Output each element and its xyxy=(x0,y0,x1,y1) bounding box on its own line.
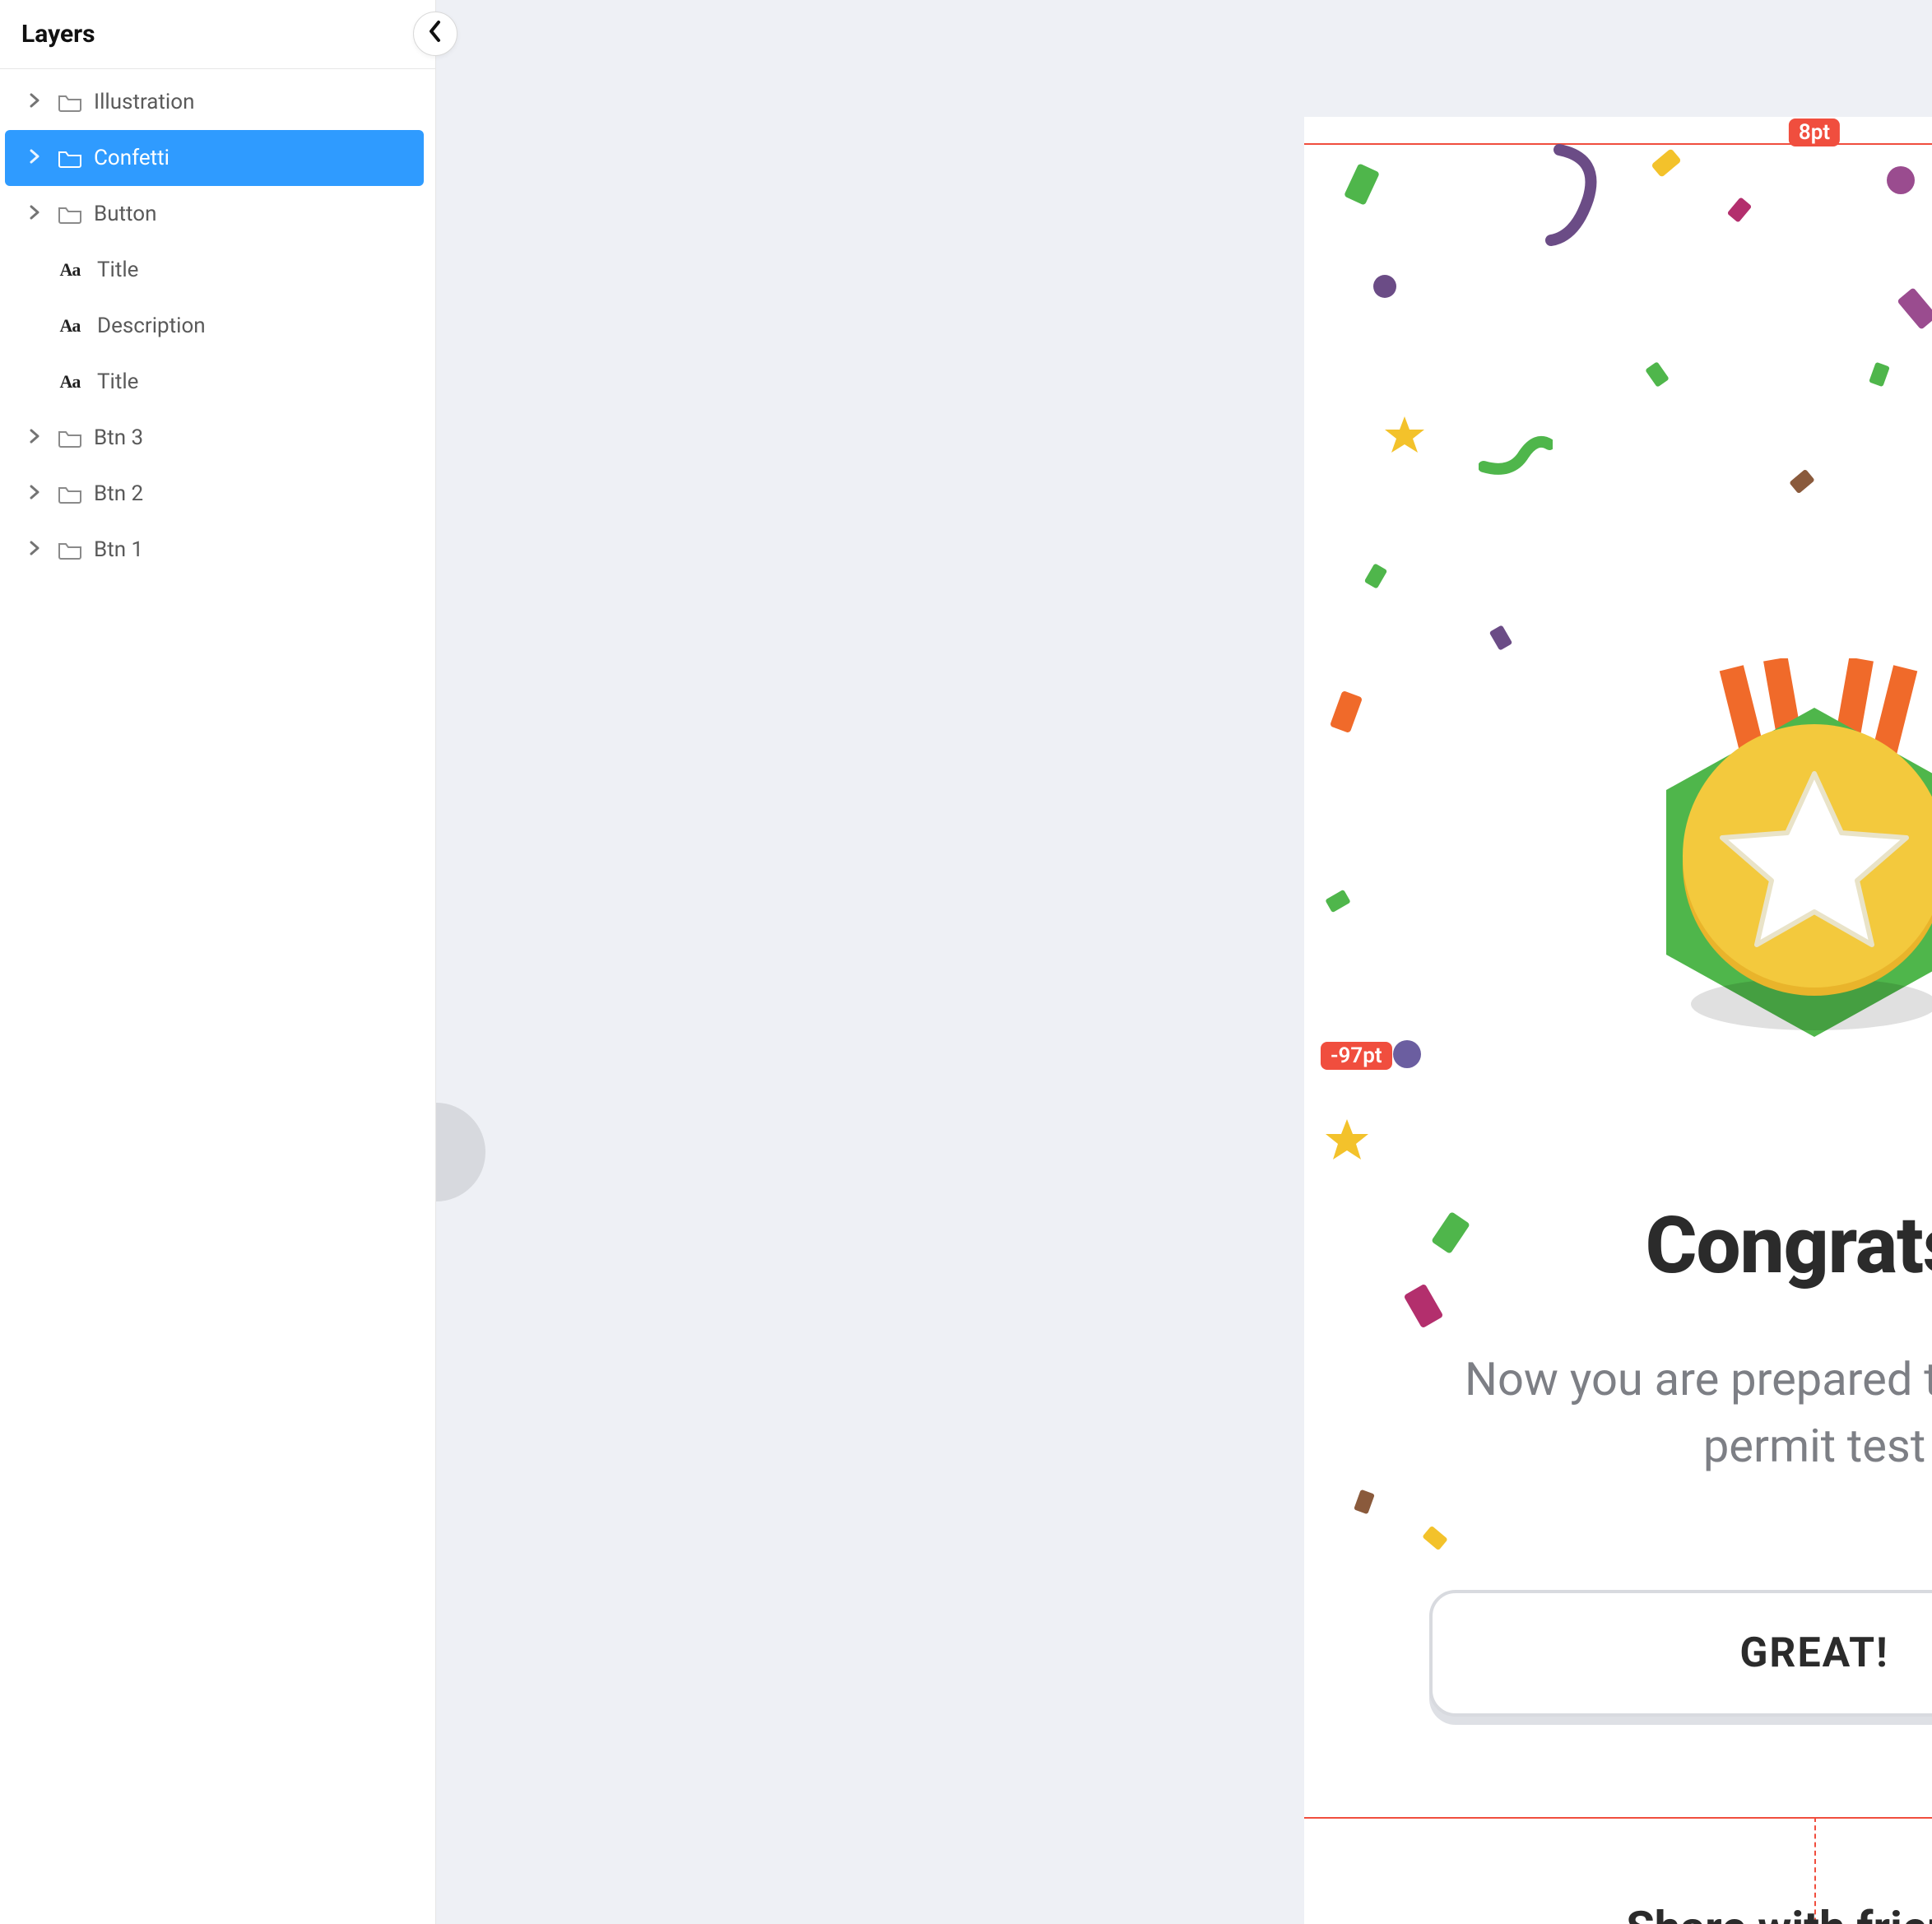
canvas-viewport: 8pt -97pt xyxy=(436,0,1932,1924)
layer-item-btn-2[interactable]: Btn 2 xyxy=(5,466,424,522)
chevron-right-icon xyxy=(23,537,46,562)
layer-label: Illustration xyxy=(94,90,194,114)
chevron-right-icon xyxy=(23,425,46,450)
layer-item-illustration[interactable]: Illustration xyxy=(5,74,424,130)
confetti-dot xyxy=(1373,275,1396,298)
distance-badge-top: 8pt xyxy=(1789,119,1840,146)
layer-label: Btn 2 xyxy=(94,481,143,506)
layer-item-confetti[interactable]: Confetti xyxy=(5,130,424,186)
design-canvas[interactable]: 8pt -97pt xyxy=(436,0,1932,1924)
confetti-piece xyxy=(1422,1526,1447,1551)
folder-icon xyxy=(58,540,82,560)
confetti-star xyxy=(1382,413,1428,462)
layer-label: Btn 3 xyxy=(94,425,143,450)
layer-item-description[interactable]: Aa Description xyxy=(5,298,424,354)
confetti-piece xyxy=(1727,197,1753,222)
layers-panel: Layers Illustration xyxy=(0,0,436,1924)
layer-item-title-2[interactable]: Aa Title xyxy=(5,354,424,410)
confetti-streamer xyxy=(1479,430,1553,479)
confetti-piece xyxy=(1489,625,1513,651)
layer-label: Btn 1 xyxy=(94,537,143,562)
confetti-piece xyxy=(1869,362,1890,388)
measure-dot xyxy=(1393,1040,1421,1068)
text-icon: Aa xyxy=(58,259,82,281)
folder-icon xyxy=(58,148,82,168)
layer-label: Button xyxy=(94,202,156,226)
artboard[interactable]: 8pt -97pt xyxy=(1304,117,1932,1924)
confetti-piece xyxy=(1789,469,1814,495)
confetti-piece xyxy=(1364,563,1388,589)
chevron-right-icon xyxy=(23,202,46,226)
folder-icon xyxy=(58,204,82,224)
confetti-piece xyxy=(1354,1489,1375,1515)
layer-label: Title xyxy=(94,369,138,394)
confetti-star xyxy=(1322,1116,1372,1169)
confetti-piece xyxy=(1344,163,1380,206)
layer-item-btn-3[interactable]: Btn 3 xyxy=(5,410,424,466)
medal-illustration xyxy=(1609,658,1932,1070)
folder-icon xyxy=(58,484,82,504)
confetti-piece xyxy=(1897,287,1932,330)
great-button-label: GREAT! xyxy=(1739,1629,1888,1677)
great-button[interactable]: GREAT! xyxy=(1429,1590,1932,1717)
layer-label: Title xyxy=(94,258,138,282)
text-icon: Aa xyxy=(58,315,82,337)
collapse-panel-button[interactable] xyxy=(413,12,457,56)
confetti-piece xyxy=(1645,361,1670,388)
confetti-dot xyxy=(1887,166,1915,194)
distance-guide-bottom xyxy=(1304,1817,1932,1819)
layers-header: Layers xyxy=(0,0,435,69)
layer-item-title-1[interactable]: Aa Title xyxy=(5,242,424,298)
distance-badge-left: -97pt xyxy=(1321,1042,1392,1070)
confetti-piece xyxy=(1325,890,1351,913)
offscreen-shape xyxy=(436,1103,485,1201)
layers-list: Illustration Confetti Button xyxy=(0,69,435,583)
text-icon: Aa xyxy=(58,371,82,393)
app-root: Layers Illustration xyxy=(0,0,1932,1924)
layer-item-btn-1[interactable]: Btn 1 xyxy=(5,522,424,578)
confetti-streamer xyxy=(1543,142,1617,249)
chevron-right-icon xyxy=(23,146,46,170)
folder-icon xyxy=(58,428,82,448)
congrats-description: Now you are prepared to take your permit… xyxy=(1403,1346,1932,1480)
layer-label: Confetti xyxy=(94,146,170,170)
share-title: Share with friends xyxy=(1304,1901,1932,1924)
confetti-piece xyxy=(1330,690,1363,733)
chevron-right-icon xyxy=(23,90,46,114)
chevron-right-icon xyxy=(23,481,46,506)
layer-label: Description xyxy=(94,314,206,338)
confetti-piece xyxy=(1651,148,1681,178)
layer-item-button[interactable]: Button xyxy=(5,186,424,242)
folder-icon xyxy=(58,92,82,112)
layers-title: Layers xyxy=(21,20,95,49)
chevron-left-icon xyxy=(428,20,443,49)
congrats-title: Congrats! xyxy=(1304,1200,1932,1292)
